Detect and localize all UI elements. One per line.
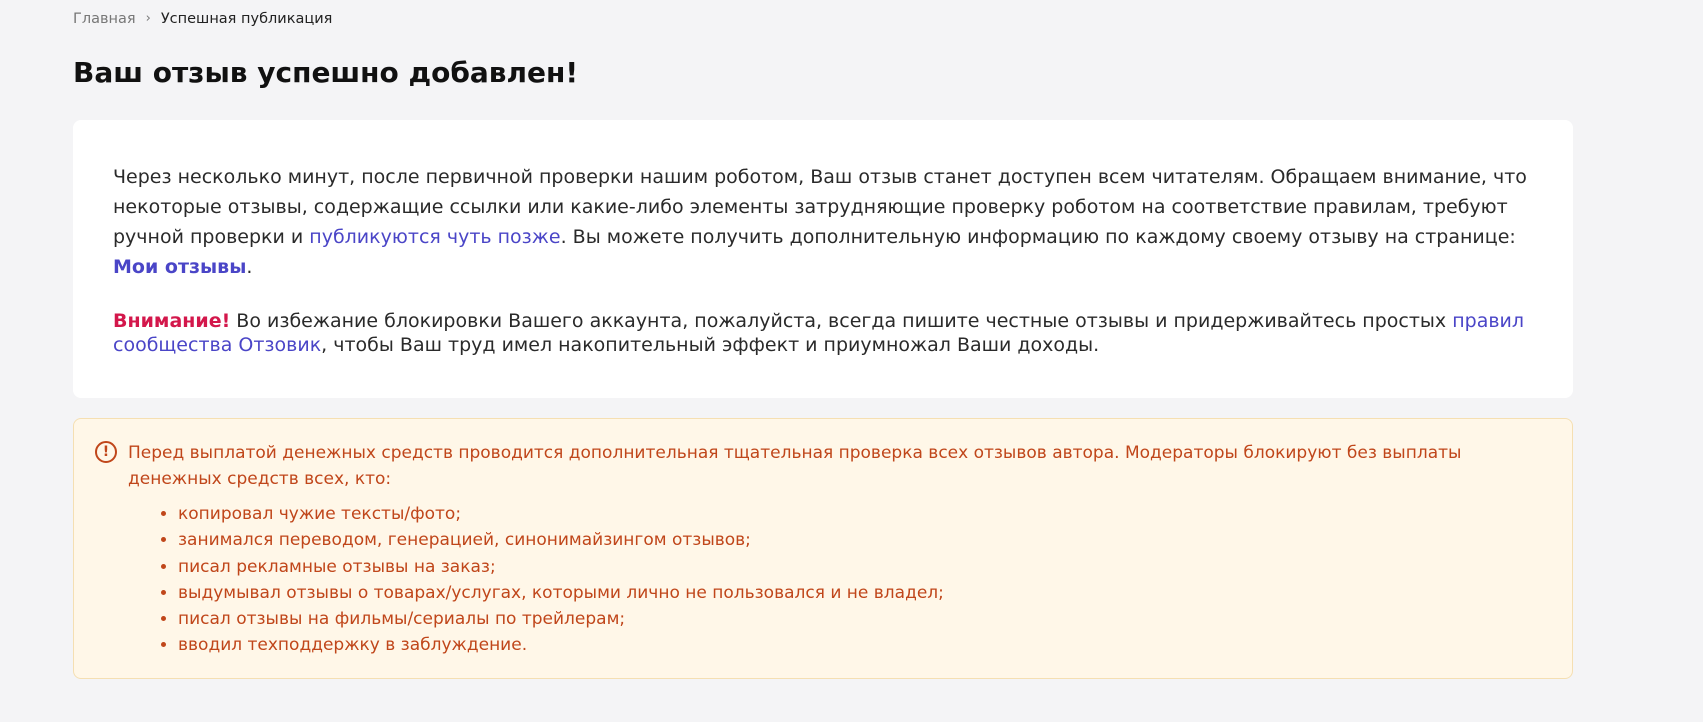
breadcrumb-separator: ›	[145, 11, 151, 26]
success-message: Через несколько минут, после первичной п…	[113, 162, 1533, 282]
list-item: писал отзывы на фильмы/сериалы по трейле…	[178, 606, 1542, 632]
list-item: выдумывал отзывы о товарах/услугах, кото…	[178, 580, 1542, 606]
publish-later-link[interactable]: публикуются чуть позже	[309, 226, 560, 248]
attention-text-2: , чтобы Ваш труд имел накопительный эффе…	[321, 334, 1100, 356]
exclamation-circle-icon: !	[95, 441, 117, 463]
list-item: писал рекламные отзывы на заказ;	[178, 554, 1542, 580]
attention-text-1: Во избежание блокировки Вашего аккаунта,…	[230, 310, 1453, 332]
attention-label: Внимание!	[113, 310, 231, 332]
my-reviews-link[interactable]: Мои отзывы	[113, 256, 246, 278]
list-item: занимался переводом, генерацией, синоним…	[178, 527, 1542, 553]
breadcrumb-home-link[interactable]: Главная	[73, 10, 136, 28]
payout-warning: ! Перед выплатой денежных средств провод…	[73, 418, 1573, 679]
success-card: Через несколько минут, после первичной п…	[73, 120, 1573, 398]
page-title: Ваш отзыв успешно добавлен!	[73, 56, 579, 89]
warning-list: копировал чужие тексты/фото; занимался п…	[128, 501, 1542, 659]
breadcrumb: Главная › Успешная публикация	[73, 10, 332, 28]
success-text-3: .	[246, 256, 253, 278]
attention-message: Внимание! Во избежание блокировки Вашего…	[113, 309, 1533, 357]
success-text-2: . Вы можете получить дополнительную инфо…	[560, 226, 1516, 248]
breadcrumb-current: Успешная публикация	[160, 11, 333, 27]
warning-text: Перед выплатой денежных средств проводит…	[128, 443, 1462, 489]
list-item: копировал чужие тексты/фото;	[178, 501, 1542, 527]
list-item: вводил техподдержку в заблуждение.	[178, 632, 1542, 658]
